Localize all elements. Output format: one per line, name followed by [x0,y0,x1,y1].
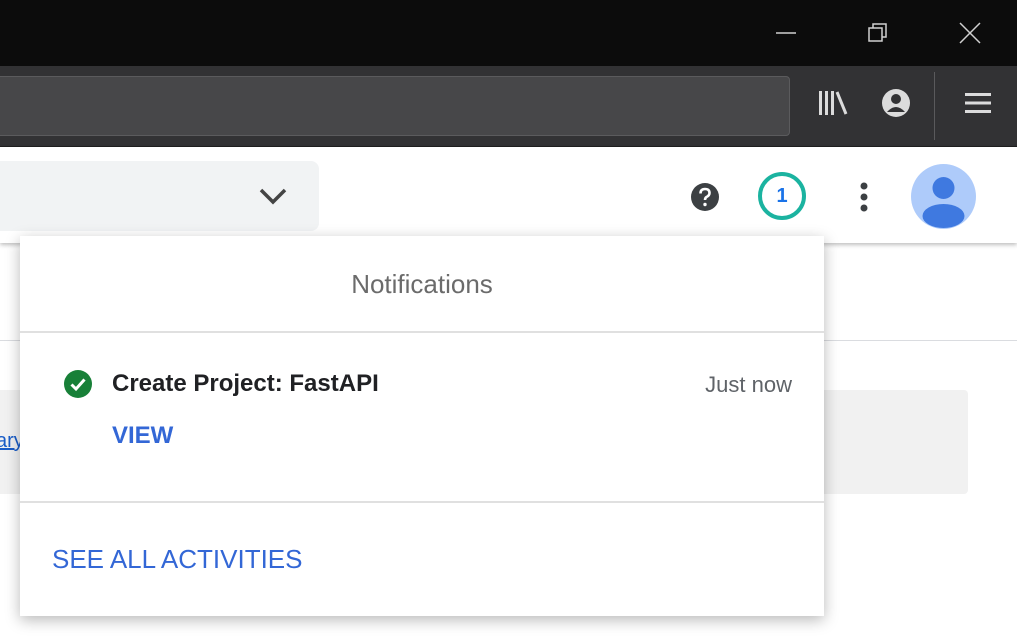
notifications-button[interactable]: 1 [758,172,806,220]
library-icon [819,91,848,115]
project-selector[interactable] [0,161,319,231]
view-button[interactable]: VIEW [112,422,173,450]
see-all-activities-link[interactable]: SEE ALL ACTIVITIES [52,544,302,575]
help-icon [691,183,719,211]
restore-icon [868,23,887,42]
library-button[interactable] [810,80,856,126]
more-vert-icon [860,182,868,212]
url-bar[interactable] [0,76,790,136]
menu-button[interactable] [955,80,1001,126]
close-window-button[interactable] [947,10,993,56]
help-button[interactable] [688,180,722,214]
account-button[interactable] [873,80,919,126]
notifications-panel: Notifications Create Project: FastAPI Ju… [20,236,824,616]
minimize-icon [776,32,796,34]
footer-divider [20,501,824,503]
notification-count: 1 [776,184,788,207]
chevron-down-icon [259,188,287,205]
header-divider [20,331,824,333]
notifications-title: Notifications [351,268,493,299]
window-title-bar [0,0,1017,66]
minimize-button[interactable] [763,10,809,56]
notification-time: Just now [705,372,792,397]
toolbar-separator [934,72,935,140]
avatar[interactable] [911,164,976,229]
account-icon [882,89,910,117]
more-options-button[interactable] [850,178,878,216]
notification-title: Create Project: FastAPI [112,370,379,397]
close-icon [959,22,981,44]
browser-toolbar [0,66,1017,146]
menu-icon [965,93,991,113]
user-icon [922,177,965,228]
check-circle-icon [64,370,92,398]
restore-button[interactable] [855,10,901,56]
